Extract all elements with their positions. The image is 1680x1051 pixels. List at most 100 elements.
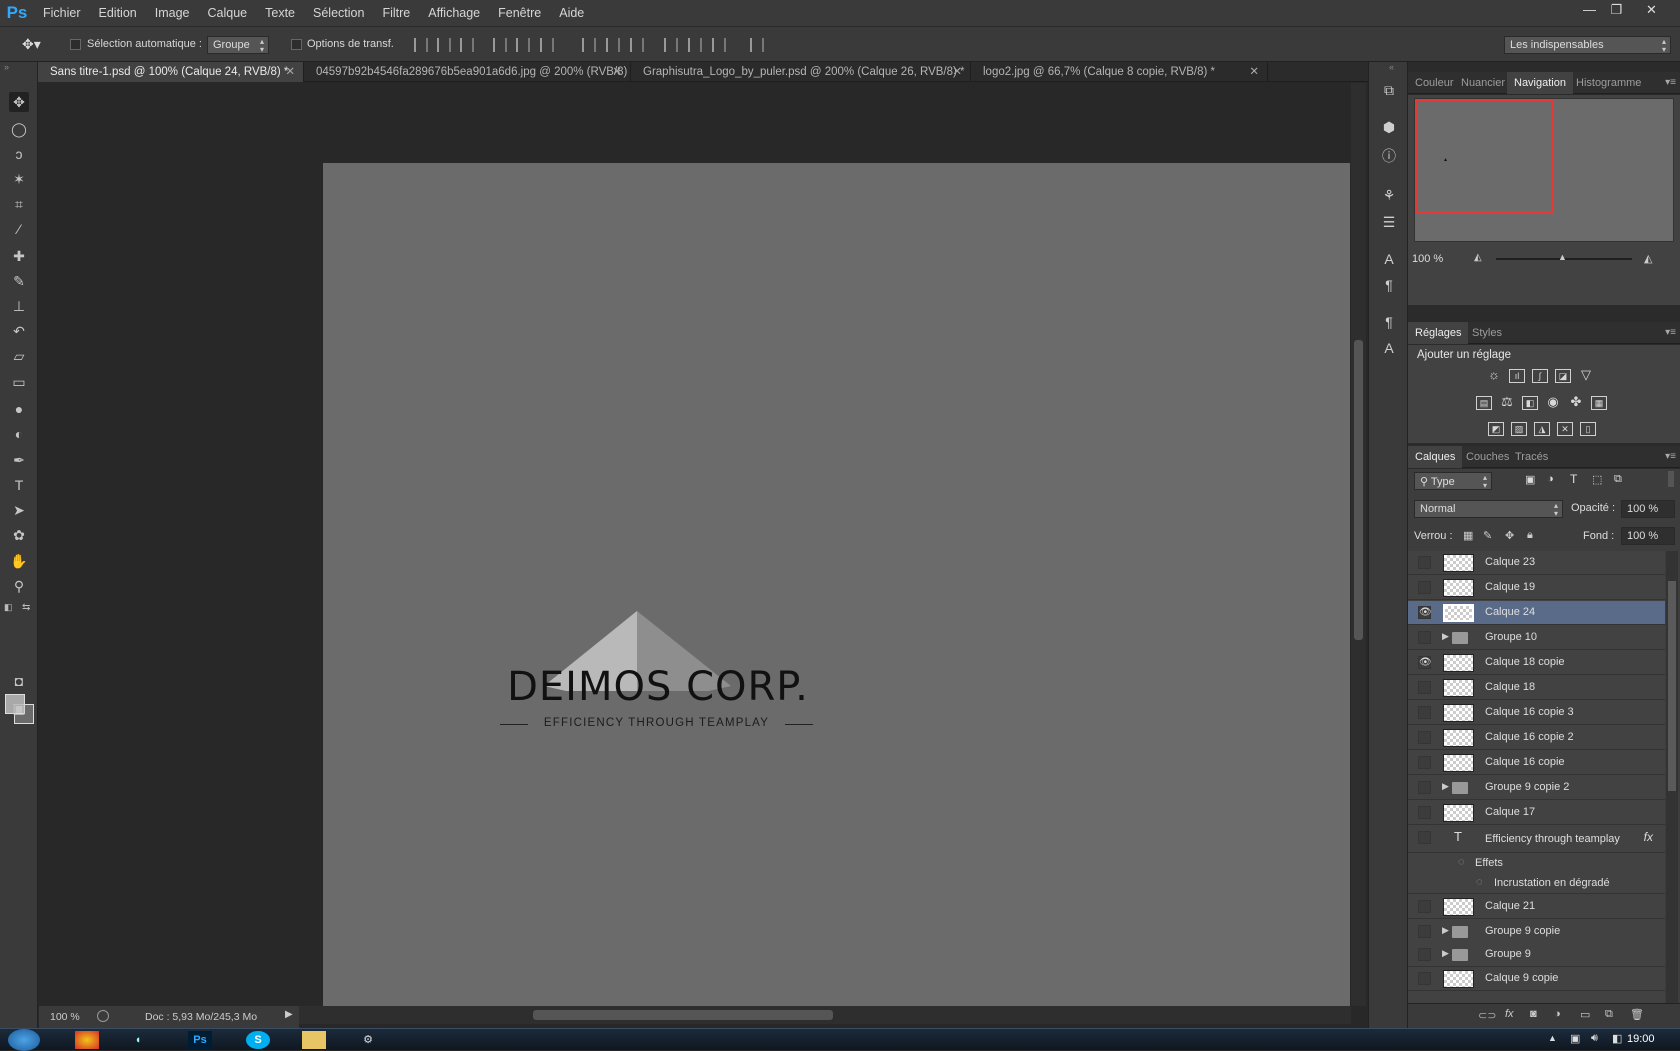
menu-filtre[interactable]: Filtre xyxy=(373,6,419,20)
menu-edition[interactable]: Edition xyxy=(90,6,146,20)
paragraph-panel-icon[interactable]: ¶ xyxy=(1379,275,1399,295)
align-vcenter-icon[interactable] xyxy=(437,38,451,52)
opacity-field[interactable]: 100 % xyxy=(1621,500,1675,518)
effect-row[interactable]: ◌ Incrustation en dégradé xyxy=(1408,873,1665,894)
clock[interactable]: 19:00 xyxy=(1627,1033,1655,1045)
add-mask-icon[interactable]: ◙ xyxy=(1530,1008,1537,1020)
curves-icon[interactable]: ∫ xyxy=(1532,369,1548,383)
pen-tool-icon[interactable]: ✒ xyxy=(9,450,29,470)
tray-app-icon[interactable]: ◧ xyxy=(1612,1032,1622,1045)
visibility-toggle[interactable] xyxy=(1418,706,1431,719)
lasso-tool-icon[interactable]: ↄ xyxy=(9,144,29,164)
eraser-tool-icon[interactable]: ▱ xyxy=(9,346,29,366)
tab-traces[interactable]: Tracés xyxy=(1508,446,1555,468)
menu-affichage[interactable]: Affichage xyxy=(419,6,489,20)
start-button[interactable] xyxy=(8,1029,40,1051)
navigation-zoom-handle[interactable]: ▲ xyxy=(1558,252,1567,262)
filter-toggle[interactable] xyxy=(1668,471,1674,487)
filter-type-icon[interactable]: T xyxy=(1570,472,1577,486)
crop-tool-icon[interactable]: ⌗ xyxy=(9,194,29,214)
photo-filter-icon[interactable]: ◉ xyxy=(1545,395,1561,410)
type-tool-icon[interactable]: T xyxy=(9,475,29,495)
layer-row[interactable]: Calque 23 xyxy=(1408,551,1665,575)
visibility-toggle[interactable] xyxy=(1418,781,1431,794)
invert-icon[interactable]: ◩ xyxy=(1488,422,1504,436)
link-layers-icon[interactable]: ⊂⊃ xyxy=(1478,1009,1496,1022)
collapse-icon[interactable]: « xyxy=(1389,62,1394,72)
menu-aide[interactable]: Aide xyxy=(550,6,593,20)
menu-image[interactable]: Image xyxy=(146,6,199,20)
distribute-left-icon[interactable] xyxy=(664,38,678,52)
tab-nuancier[interactable]: Nuancier xyxy=(1454,72,1512,94)
tab-navigation[interactable]: Navigation xyxy=(1507,72,1573,94)
close-tab-icon[interactable]: ✕ xyxy=(952,62,962,82)
steam-taskbar-icon[interactable]: ⚙ xyxy=(356,1031,380,1049)
layer-filter-dropdown[interactable]: ⚲ Type ▴ ▾ xyxy=(1414,472,1492,490)
status-zoom[interactable]: 100 % xyxy=(50,1011,80,1023)
expand-triangle-icon[interactable]: ▶ xyxy=(1442,781,1449,792)
lock-all-icon[interactable]: 🔒︎ xyxy=(1527,529,1533,542)
visibility-toggle[interactable] xyxy=(1418,972,1431,985)
minimize-button[interactable]: — xyxy=(1576,0,1603,20)
quick-mask-icon[interactable]: ◘ xyxy=(9,671,29,691)
menu-fichier[interactable]: Fichier xyxy=(34,6,90,20)
marquee-tool-icon[interactable]: ◯ xyxy=(9,119,29,139)
shape-tool-icon[interactable]: ✿ xyxy=(9,525,29,545)
history-brush-tool-icon[interactable]: ↶ xyxy=(9,321,29,341)
effect-eye-icon[interactable]: ◌ xyxy=(1476,876,1483,888)
menu-calque[interactable]: Calque xyxy=(199,6,257,20)
align-right-icon[interactable] xyxy=(540,38,554,52)
collapse-icon[interactable]: » xyxy=(4,62,9,72)
fx-badge[interactable]: fx xyxy=(1644,830,1653,844)
layer-row[interactable]: Calque 16 copie 2 xyxy=(1408,726,1665,750)
delete-layer-icon[interactable]: 🗑︎ xyxy=(1630,1008,1644,1021)
zoom-in-icon[interactable]: ◭ xyxy=(1644,252,1652,265)
tab-04597b92[interactable]: 04597b92b4546fa289676b5ea901a6d6.jpg @ 2… xyxy=(304,62,631,82)
align-bottom-icon[interactable] xyxy=(460,38,474,52)
layer-row[interactable]: Calque 17 xyxy=(1408,801,1665,825)
healing-brush-tool-icon[interactable]: ✚ xyxy=(9,246,29,266)
close-tab-icon[interactable]: ✕ xyxy=(1249,62,1259,82)
tab-logo2[interactable]: logo2.jpg @ 66,7% (Calque 8 copie, RVB/8… xyxy=(971,62,1268,82)
document-canvas[interactable]: DEIMOS CORP. EFFICIENCY THROUGH TEAMPLAY xyxy=(323,163,1350,1006)
skype-taskbar-icon[interactable]: S xyxy=(246,1031,270,1049)
selective-color-icon[interactable]: ▯ xyxy=(1580,422,1596,436)
lock-transparency-icon[interactable]: ▦ xyxy=(1463,529,1473,542)
screen-mode-icon[interactable]: ▣ xyxy=(9,698,29,718)
visibility-toggle[interactable] xyxy=(1418,806,1431,819)
levels-icon[interactable]: ıl xyxy=(1509,369,1525,383)
lock-image-icon[interactable]: ✎ xyxy=(1483,529,1492,542)
auto-align-icon[interactable] xyxy=(750,38,764,52)
horizontal-scroll-thumb[interactable] xyxy=(533,1010,833,1020)
eye-icon[interactable]: 👁︎ xyxy=(1418,606,1432,619)
path-selection-tool-icon[interactable]: ➤ xyxy=(9,500,29,520)
channel-mixer-icon[interactable]: ✤ xyxy=(1568,395,1584,410)
distribute-right-icon[interactable] xyxy=(712,38,726,52)
visibility-toggle[interactable] xyxy=(1418,556,1431,569)
visibility-toggle[interactable] xyxy=(1418,631,1431,644)
photoshop-taskbar-icon[interactable]: Ps xyxy=(188,1031,212,1049)
brush-tool-icon[interactable]: ✎ xyxy=(9,271,29,291)
restore-button[interactable]: ❐ xyxy=(1603,0,1630,20)
add-style-icon[interactable]: fx xyxy=(1505,1008,1514,1020)
color-lookup-icon[interactable]: ▦ xyxy=(1591,396,1607,410)
swap-colors-icon[interactable]: ⇆ xyxy=(22,602,30,613)
explorer-taskbar-icon[interactable] xyxy=(302,1031,326,1049)
close-tab-icon[interactable]: ✕ xyxy=(612,62,622,82)
visibility-toggle[interactable] xyxy=(1418,831,1431,844)
filter-pixel-icon[interactable]: ▣ xyxy=(1525,473,1535,486)
layer-row-group[interactable]: ▶ Groupe 9 copie 2 xyxy=(1408,776,1665,800)
layers-scroll-thumb[interactable] xyxy=(1668,581,1676,791)
brush-panel-icon[interactable]: ⚘ xyxy=(1379,185,1399,205)
expand-triangle-icon[interactable]: ▶ xyxy=(1442,631,1449,642)
auto-select-checkbox[interactable] xyxy=(70,39,81,50)
layer-row[interactable]: Calque 9 copie xyxy=(1408,967,1665,991)
gradient-map-icon[interactable]: ✕ xyxy=(1557,422,1573,436)
status-info-icon[interactable] xyxy=(97,1010,109,1022)
distribute-hcenter-icon[interactable] xyxy=(688,38,702,52)
layer-row[interactable]: Calque 16 copie 3 xyxy=(1408,701,1665,725)
eye-icon[interactable]: 👁︎ xyxy=(1418,656,1432,669)
clone-stamp-tool-icon[interactable]: ⊥ xyxy=(9,296,29,316)
layer-row[interactable]: Calque 16 copie xyxy=(1408,751,1665,775)
zoom-tool-icon[interactable]: ⚲ xyxy=(9,576,29,596)
